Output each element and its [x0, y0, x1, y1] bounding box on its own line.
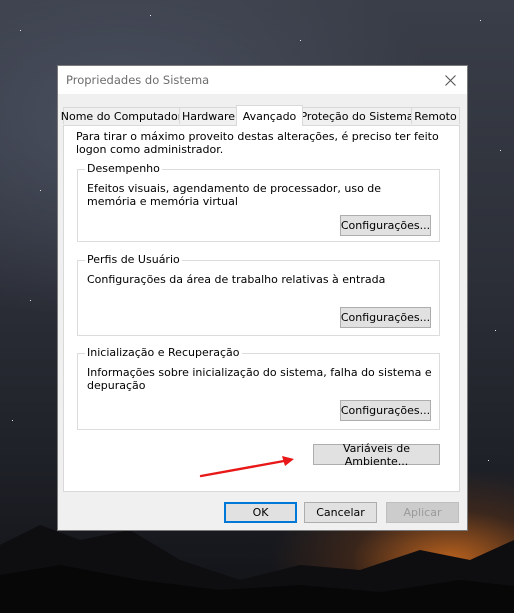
group-description: Informações sobre inicialização do siste…: [87, 366, 432, 392]
close-button[interactable]: [433, 66, 467, 94]
tab-remote[interactable]: Remoto: [411, 107, 460, 124]
title-bar: Propriedades do Sistema: [58, 66, 467, 94]
tab-computer-name[interactable]: Nome do Computador: [60, 107, 183, 124]
tab-label: Avançado: [242, 109, 297, 123]
mountain-silhouette: [0, 525, 514, 613]
window-title: Propriedades do Sistema: [66, 73, 210, 87]
tab-advanced[interactable]: Avançado: [236, 105, 303, 126]
tab-label: Remoto: [414, 109, 457, 123]
close-icon: [444, 74, 456, 86]
user-profiles-settings-button[interactable]: Configurações...: [340, 307, 431, 328]
admin-notice: Para tirar o máximo proveito destas alte…: [76, 130, 439, 156]
tab-hardware[interactable]: Hardware: [179, 107, 238, 124]
group-label: Inicialização e Recuperação: [85, 346, 242, 359]
group-description: Configurações da área de trabalho relati…: [87, 273, 386, 286]
group-label: Perfis de Usuário: [85, 253, 182, 266]
tab-label: Nome do Computador: [60, 109, 183, 123]
tab-label: Hardware: [181, 109, 236, 123]
performance-settings-button[interactable]: Configurações...: [340, 215, 431, 236]
ok-button[interactable]: OK: [224, 502, 297, 523]
tab-label: Proteção do Sistema: [300, 109, 414, 123]
startup-recovery-settings-button[interactable]: Configurações...: [340, 400, 431, 421]
cancel-button[interactable]: Cancelar: [304, 502, 377, 523]
performance-group: Desempenho Efeitos visuais, agendamento …: [77, 162, 440, 242]
startup-recovery-group: Inicialização e Recuperação Informações …: [77, 346, 440, 430]
group-label: Desempenho: [85, 162, 162, 175]
environment-variables-button[interactable]: Variáveis de Ambiente...: [313, 442, 440, 468]
group-description: Efeitos visuais, agendamento de processa…: [87, 182, 382, 208]
annotation-arrow-icon: [199, 456, 294, 478]
user-profiles-group: Perfis de Usuário Configurações da área …: [77, 253, 440, 336]
apply-button[interactable]: Aplicar: [386, 502, 459, 523]
tab-system-protection[interactable]: Proteção do Sistema: [300, 107, 414, 124]
